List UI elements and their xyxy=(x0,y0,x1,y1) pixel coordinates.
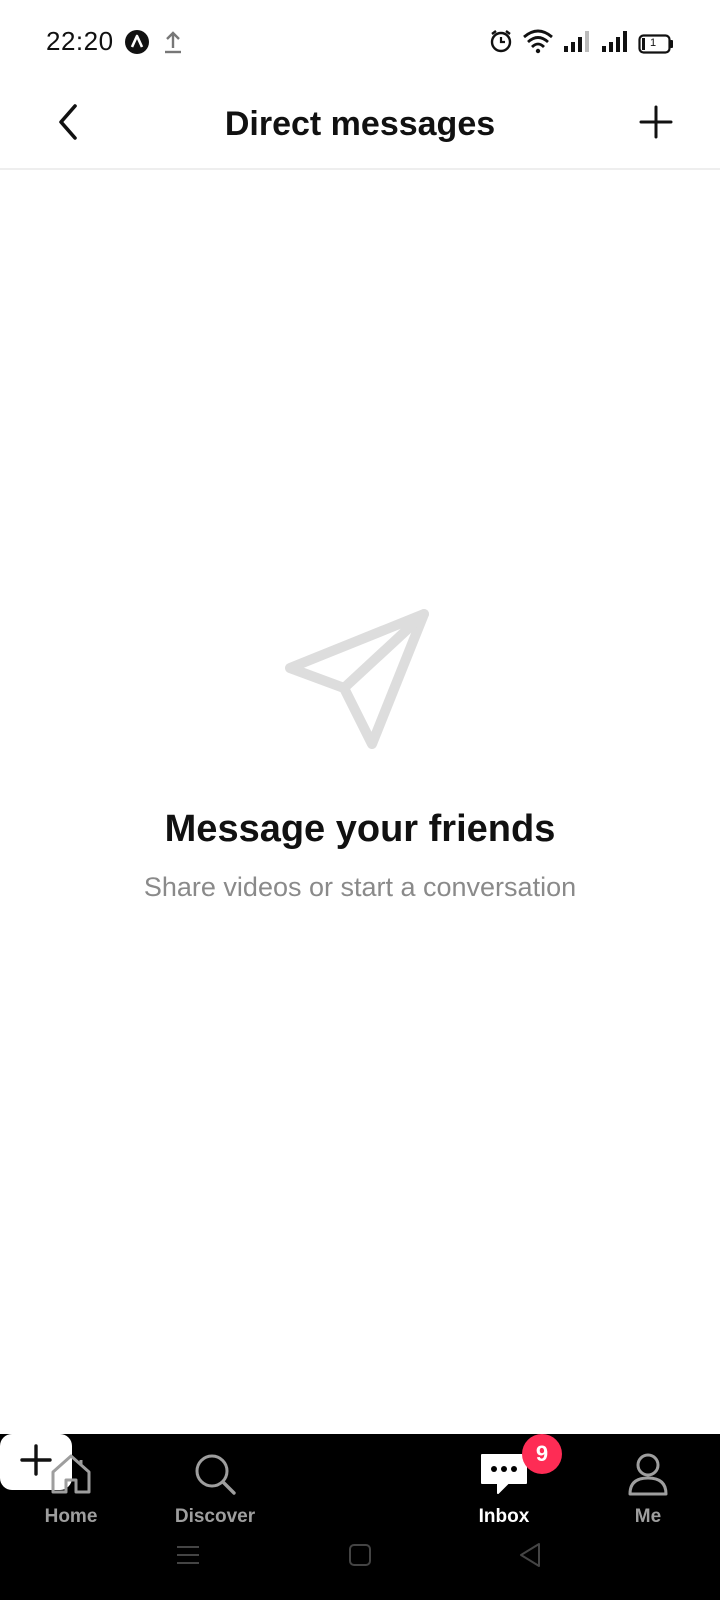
home-icon xyxy=(45,1448,97,1500)
home-square-icon[interactable] xyxy=(340,1540,380,1570)
empty-state-title: Message your friends xyxy=(164,808,556,850)
profile-icon xyxy=(622,1448,674,1500)
wifi-icon xyxy=(522,28,554,59)
nav-me-label: Me xyxy=(634,1506,662,1527)
battery-icon: 1 xyxy=(638,33,674,54)
status-time: 22:20 xyxy=(46,26,114,56)
new-message-button[interactable] xyxy=(628,96,684,152)
inbox-badge: 9 xyxy=(522,1434,562,1474)
page-title: Direct messages xyxy=(224,105,496,143)
status-right-icons: 1 xyxy=(488,28,674,59)
status-bar: 22:20 1 xyxy=(0,0,720,88)
signal-icon xyxy=(562,28,592,59)
alarm-icon xyxy=(488,28,514,59)
send-icon xyxy=(280,602,440,752)
empty-state-subtitle: Share videos or start a conversation xyxy=(143,872,577,902)
status-left-icons xyxy=(124,29,184,60)
search-icon xyxy=(189,1448,241,1500)
system-nav-bar xyxy=(0,1530,720,1580)
battery-level: 1 xyxy=(650,36,657,49)
back-triangle-icon[interactable] xyxy=(510,1540,550,1570)
menu-icon[interactable] xyxy=(168,1540,208,1570)
signal-icon xyxy=(600,28,630,59)
nav-home-label: Home xyxy=(44,1506,98,1527)
header: Direct messages xyxy=(0,88,720,170)
nav-inbox-label: Inbox xyxy=(478,1506,530,1527)
plus-icon xyxy=(638,104,674,145)
app-notification-icon xyxy=(124,29,150,60)
upload-icon xyxy=(162,29,184,60)
nav-discover-label: Discover xyxy=(174,1506,256,1527)
